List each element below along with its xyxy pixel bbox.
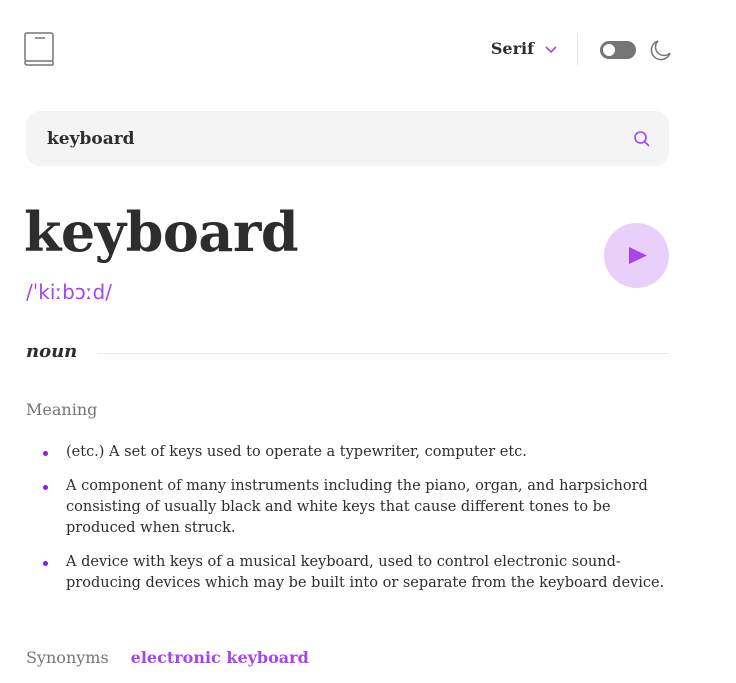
font-selector[interactable]: Serif: [491, 39, 558, 58]
meaning-heading: Meaning: [26, 400, 98, 419]
entry-word: keyboard: [24, 200, 299, 264]
book-icon[interactable]: [24, 32, 56, 66]
search-bar: [26, 111, 669, 166]
play-pronunciation-button[interactable]: [604, 223, 669, 288]
theme-toggle[interactable]: [600, 41, 636, 59]
top-bar: Serif: [24, 32, 672, 68]
search-input[interactable]: [47, 111, 607, 166]
header-divider: [577, 34, 578, 66]
synonym-link[interactable]: electronic keyboard: [131, 648, 309, 667]
meaning-list: (etc.) A set of keys used to operate a t…: [26, 442, 669, 607]
font-selector-value: Serif: [490, 39, 534, 58]
part-of-speech: noun: [26, 341, 78, 362]
search-icon[interactable]: [633, 130, 651, 148]
synonyms-label: Synonyms: [26, 648, 109, 667]
section-divider: [98, 353, 669, 354]
meaning-item: (etc.) A set of keys used to operate a t…: [26, 442, 669, 463]
meaning-item: A device with keys of a musical keyboard…: [26, 552, 669, 594]
bullet-icon: [43, 451, 48, 456]
chevron-down-icon: [545, 45, 557, 53]
moon-icon[interactable]: [650, 39, 672, 61]
play-icon: [629, 247, 647, 264]
meaning-text: A component of many instruments includin…: [66, 478, 648, 536]
toggle-knob: [603, 44, 615, 56]
meaning-text: A device with keys of a musical keyboard…: [66, 554, 665, 591]
bullet-icon: [43, 485, 48, 490]
synonyms-row: Synonyms electronic keyboard: [26, 648, 309, 667]
meaning-item: A component of many instruments includin…: [26, 476, 669, 539]
part-of-speech-row: noun: [26, 340, 669, 366]
meaning-text: (etc.) A set of keys used to operate a t…: [66, 444, 527, 460]
entry-phonetic: /ˈkiːbɔːd/: [26, 280, 112, 304]
bullet-icon: [43, 561, 48, 566]
